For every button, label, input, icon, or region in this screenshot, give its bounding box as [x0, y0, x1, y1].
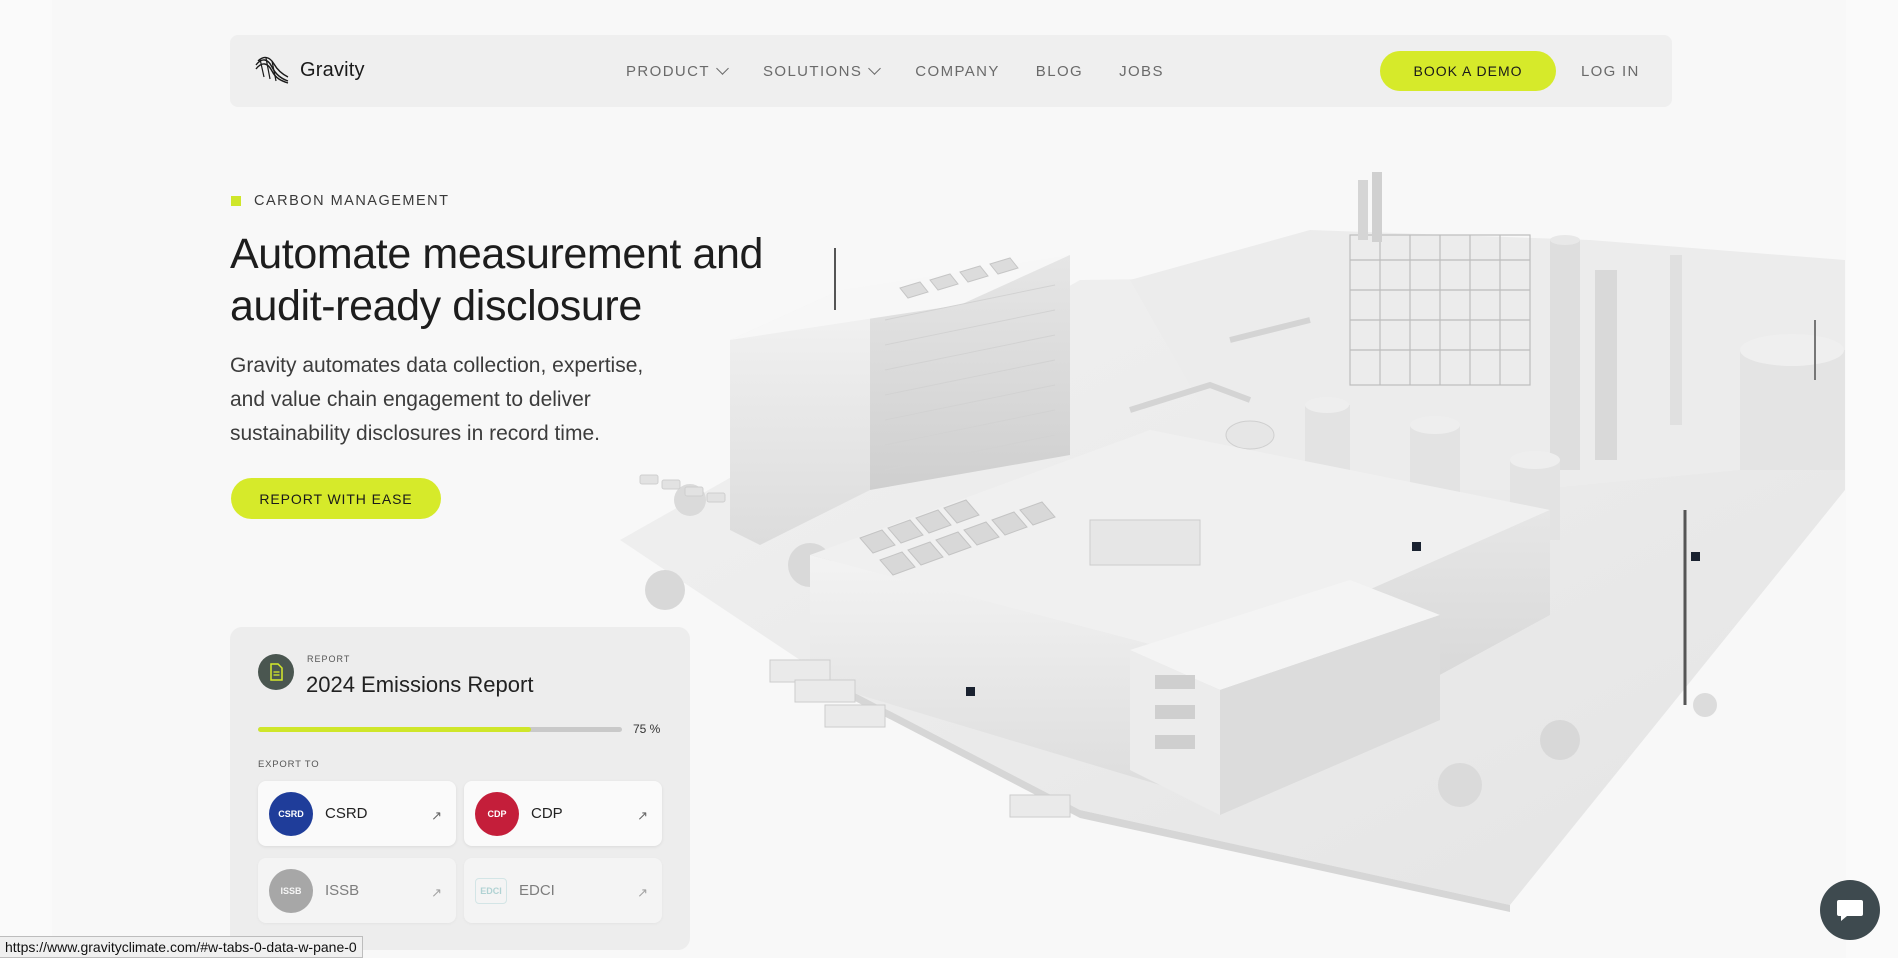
export-tile-cdp[interactable]: CDP CDP ↗ — [464, 781, 662, 846]
hero-eyebrow: CARBON MANAGEMENT — [231, 193, 450, 209]
nav-item-blog[interactable]: BLOG — [1036, 63, 1083, 80]
report-title: 2024 Emissions Report — [306, 672, 534, 697]
chat-bubble-icon — [1837, 900, 1863, 921]
export-tile-name: EDCI — [519, 882, 555, 899]
nav-item-solutions[interactable]: SOLUTIONS — [762, 62, 882, 80]
export-tile-name: CDP — [531, 805, 563, 822]
export-tile-csrd[interactable]: CSRD CSRD ↗ — [258, 781, 456, 846]
nav-item-jobs[interactable]: JOBS — [1119, 63, 1164, 80]
brand-logo[interactable]: Gravity — [254, 55, 365, 85]
issb-logo-icon: ISSB — [269, 868, 313, 913]
hero-subtitle-line-2: and value chain engagement to deliver — [230, 388, 591, 411]
arrow-up-right-icon: ↗ — [637, 808, 648, 823]
export-tile-issb[interactable]: ISSB ISSB ↗ — [258, 858, 456, 923]
badge-text: CDP — [487, 808, 507, 819]
badge-text: CSRD — [278, 808, 304, 819]
page-gutter-left — [0, 0, 52, 958]
nav-links: PRODUCT SOLUTIONS COMPANY BLOG JOBS — [626, 35, 1164, 107]
nav-item-product[interactable]: PRODUCT — [626, 62, 729, 80]
nav-item-label: SOLUTIONS — [762, 62, 863, 80]
page-gutter-right — [1846, 0, 1898, 958]
nav-item-label: BLOG — [1035, 62, 1084, 80]
hero-subtitle-line-3: sustainability disclosures in record tim… — [230, 422, 600, 445]
report-progress-percent: 75 % — [633, 722, 661, 736]
export-tile-name: ISSB — [325, 882, 360, 899]
hero-subtitle-line-1: Gravity automates data collection, exper… — [230, 354, 644, 377]
chevron-down-icon — [716, 62, 729, 75]
industrial-site-illustration — [620, 172, 1845, 912]
arrow-up-right-icon: ↗ — [637, 885, 648, 900]
edci-logo-icon: EDCI — [475, 877, 507, 904]
report-label: REPORT — [307, 654, 351, 664]
cdp-logo-icon: CDP — [475, 791, 519, 836]
nav-item-label: COMPANY — [915, 62, 1000, 80]
brand-name: Gravity — [300, 58, 365, 81]
login-link[interactable]: LOG IN — [1581, 63, 1640, 80]
nav-item-label: PRODUCT — [626, 62, 710, 80]
book-demo-button[interactable]: BOOK A DEMO — [1380, 51, 1556, 91]
arrow-up-right-icon: ↗ — [431, 885, 442, 900]
report-with-ease-button[interactable]: REPORT WITH EASE — [231, 478, 441, 519]
document-icon — [258, 654, 294, 690]
nav-item-company[interactable]: COMPANY — [915, 63, 1000, 80]
hero-title-line-2: audit-ready disclosure — [230, 282, 642, 330]
nav-item-label: JOBS — [1119, 62, 1164, 80]
eyebrow-square-icon — [231, 196, 241, 206]
gravity-wave-logo-icon — [255, 56, 289, 84]
badge-text: EDCI — [480, 885, 502, 896]
emissions-report-card: REPORT 2024 Emissions Report 75 % EXPORT… — [230, 627, 690, 950]
report-progress-fill — [258, 727, 531, 732]
export-to-label: EXPORT TO — [258, 759, 320, 770]
eyebrow-label: CARBON MANAGEMENT — [254, 193, 450, 209]
badge-text: ISSB — [280, 885, 302, 896]
status-bar-url: https://www.gravityclimate.com/#w-tabs-0… — [0, 936, 363, 958]
export-tile-edci[interactable]: EDCI EDCI ↗ — [464, 858, 662, 923]
top-navigation: Gravity PRODUCT SOLUTIONS COMPANY BLOG J… — [230, 35, 1672, 107]
chat-launcher-button[interactable] — [1820, 880, 1880, 940]
export-tile-name: CSRD — [325, 805, 368, 822]
report-progress-bar — [258, 727, 622, 732]
csrd-logo-icon: CSRD — [269, 791, 313, 836]
arrow-up-right-icon: ↗ — [431, 808, 442, 823]
chevron-down-icon — [868, 62, 882, 75]
